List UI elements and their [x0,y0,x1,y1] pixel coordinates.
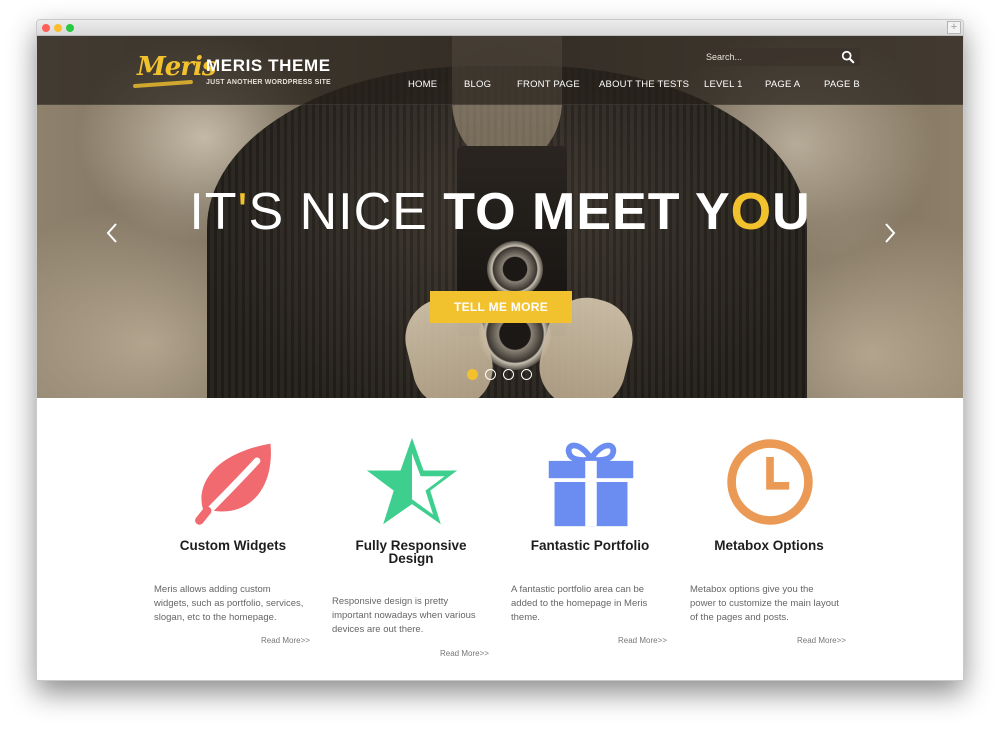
slider-pagination [467,369,537,381]
feature-text-line: Responsive design is pretty [332,596,449,607]
read-more-link[interactable]: Read More>> [618,636,667,645]
slider-dot-2[interactable] [485,369,496,380]
site-header: Meris MERIS THEME JUST ANOTHER WORDPRESS… [37,36,963,105]
feature-text-line: A fantastic portfolio area can be [511,584,645,595]
feature-title-line: Design [388,551,434,566]
browser-titlebar: + [37,20,963,36]
site-title[interactable]: MERIS THEME [206,56,331,76]
camera-viewing-lens [487,241,543,297]
chevron-right-icon[interactable] [883,222,897,244]
browser-window: + Meris MERIS THEME JUST ANOTHER WORDPRE… [36,19,964,681]
feature-title: Fantastic Portfolio [530,538,650,553]
site-logo[interactable]: Meris [137,52,217,82]
gift-icon [548,442,634,527]
nav-item-blog[interactable]: BLOG [464,79,491,90]
slider-dot-1[interactable] [467,369,478,380]
headline-part: S NICE [248,183,444,241]
star-icon [366,437,458,525]
zoom-window-button[interactable] [66,24,74,32]
feature-text-line: widgets, such as portfolio, services, [154,598,304,609]
search-input[interactable] [700,48,860,66]
nav-item-level-1[interactable]: LEVEL 1 [704,79,743,90]
headline-accent-apostrophe: ' [237,183,249,241]
feature-text-line: Meris allows adding custom [154,584,271,595]
feature-title: Custom Widgets [179,538,287,553]
feature-text-line: theme. [511,612,541,623]
feature-text-line: power to customize the main layout [690,598,839,609]
headline-accent-letter: O [730,183,773,241]
feature-text-line: Metabox options give you the [690,584,814,595]
tell-me-more-button[interactable]: TELL ME MORE [430,291,572,323]
close-window-button[interactable] [42,24,50,32]
hero-slider: Meris MERIS THEME JUST ANOTHER WORDPRESS… [37,36,963,398]
nav-item-page-b[interactable]: PAGE B [824,79,860,90]
minimize-window-button[interactable] [54,24,62,32]
headline-part: U [772,183,811,241]
leaf-icon [195,443,271,525]
feature-text-line: slogan, etc to the homepage. [154,612,277,623]
feature-text-line: devices are out there. [332,624,424,635]
feature-text-line: added to the homepage in Meris [511,598,648,609]
slider-dot-3[interactable] [503,369,514,380]
search-icon[interactable] [841,50,855,64]
nav-item-front-page[interactable]: FRONT PAGE [517,79,580,90]
feature-text-line: important nowadays when various [332,610,476,621]
feature-title: Metabox Options [714,538,824,553]
chevron-left-icon[interactable] [105,222,119,244]
clock-icon [727,439,813,525]
nav-item-page-a[interactable]: PAGE A [765,79,800,90]
read-more-link[interactable]: Read More>> [261,636,310,645]
nav-item-home[interactable]: HOME [408,79,437,90]
slider-dot-4[interactable] [521,369,532,380]
headline-part: IT [189,183,238,241]
fullscreen-button[interactable]: + [947,21,961,34]
nav-item-about-the-tests[interactable]: ABOUT THE TESTS [599,79,689,90]
hero-headline: IT'S NICE TO MEET YOU [37,182,963,242]
read-more-link[interactable]: Read More>> [797,636,846,645]
main-nav: HOME BLOG FRONT PAGE ABOUT THE TESTS LEV… [37,79,963,93]
feature-text-line: of the pages and posts. [690,612,789,623]
headline-part: TO MEET Y [443,183,731,241]
read-more-link[interactable]: Read More>> [440,649,489,658]
